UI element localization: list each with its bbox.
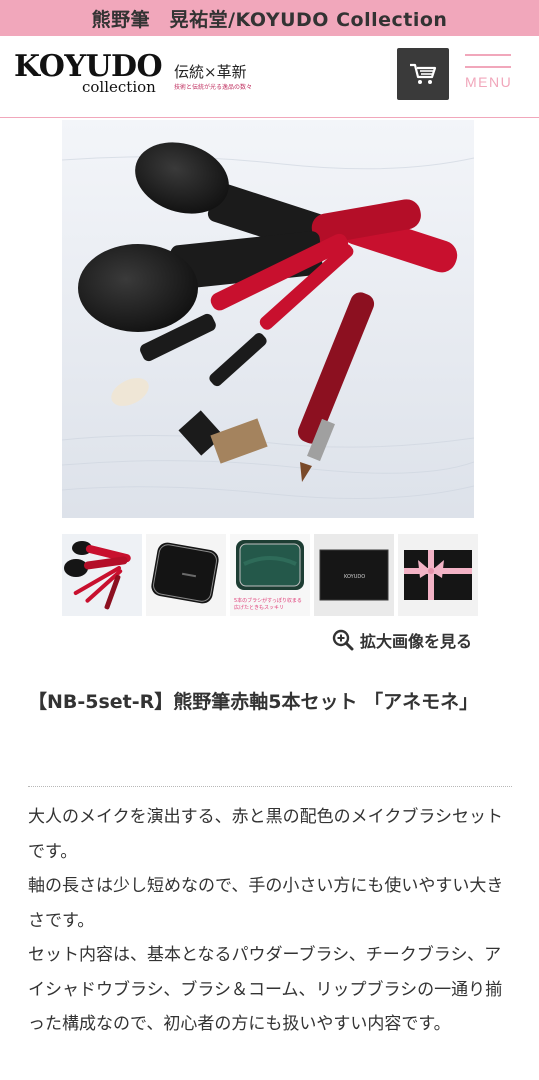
cart-icon — [410, 63, 437, 84]
black-case-thumbnail — [146, 534, 226, 616]
box-logo: KOYUDO — [344, 574, 365, 580]
thumbnail-4[interactable]: KOYUDO — [314, 534, 394, 616]
site-title: 熊野筆 晃祐堂/KOYUDO Collection — [91, 8, 448, 31]
thumbnail-3[interactable]: 5本のブラシがすっぽり収まる 広げたときもスッキリ — [230, 534, 310, 616]
divider — [28, 786, 512, 787]
zoom-label: 拡大画像を見る — [360, 632, 473, 651]
product-title: 【NB-5set-R】熊野筆赤軸5本セット 「アネモネ」 — [28, 691, 479, 713]
site-title-bar: 熊野筆 晃祐堂/KOYUDO Collection — [0, 0, 539, 36]
thumbnail-2[interactable] — [146, 534, 226, 616]
description-paragraph: 軸の長さは少し短めなので、手の小さい方にも使いやすい大きさです。 — [28, 876, 504, 931]
zoom-image-link[interactable]: 拡大画像を見る — [332, 628, 472, 652]
svg-text:広げたときもスッキリ: 広げたときもスッキリ — [234, 604, 284, 611]
tagline: 伝統×革新 — [174, 63, 247, 81]
brush-set-thumbnail — [62, 534, 142, 616]
gift-box-thumbnail: KOYUDO — [314, 534, 394, 616]
logo-sub[interactable]: collection — [82, 80, 156, 95]
menu-icon — [465, 54, 511, 56]
header: KOYUDO collection 伝統×革新 技術と伝統が光る逸品の数々 ME… — [0, 36, 539, 118]
thumbnail-strip: 5本のブラシがすっぽり収まる 広げたときもスッキリ KOYUDO — [62, 534, 478, 616]
thumbnail-5[interactable] — [398, 534, 478, 616]
tagline-sub: 技術と伝統が光る逸品の数々 — [174, 84, 253, 91]
product-description: 大人のメイクを演出する、赤と黒の配色のメイクブラシセットです。 軸の長さは少し短… — [28, 800, 512, 1042]
ribbon-box-thumbnail — [398, 534, 478, 616]
menu-label: MENU — [465, 74, 513, 90]
menu-button[interactable]: MENU — [465, 52, 525, 98]
description-paragraph: セット内容は、基本となるパウダーブラシ、チークブラシ、アイシャドウブラシ、ブラシ… — [28, 945, 503, 1034]
thumbnail-1[interactable] — [62, 534, 142, 616]
brush-set-image — [62, 120, 474, 518]
description-paragraph: 大人のメイクを演出する、赤と黒の配色のメイクブラシセットです。 — [28, 807, 503, 862]
cart-button[interactable] — [397, 48, 449, 100]
zoom-in-icon — [332, 629, 354, 651]
product-main-image[interactable] — [62, 120, 474, 518]
thumbnail-caption: 5本のブラシがすっぽり収まる — [234, 597, 302, 604]
green-case-open-thumbnail: 5本のブラシがすっぽり収まる 広げたときもスッキリ — [230, 534, 310, 616]
